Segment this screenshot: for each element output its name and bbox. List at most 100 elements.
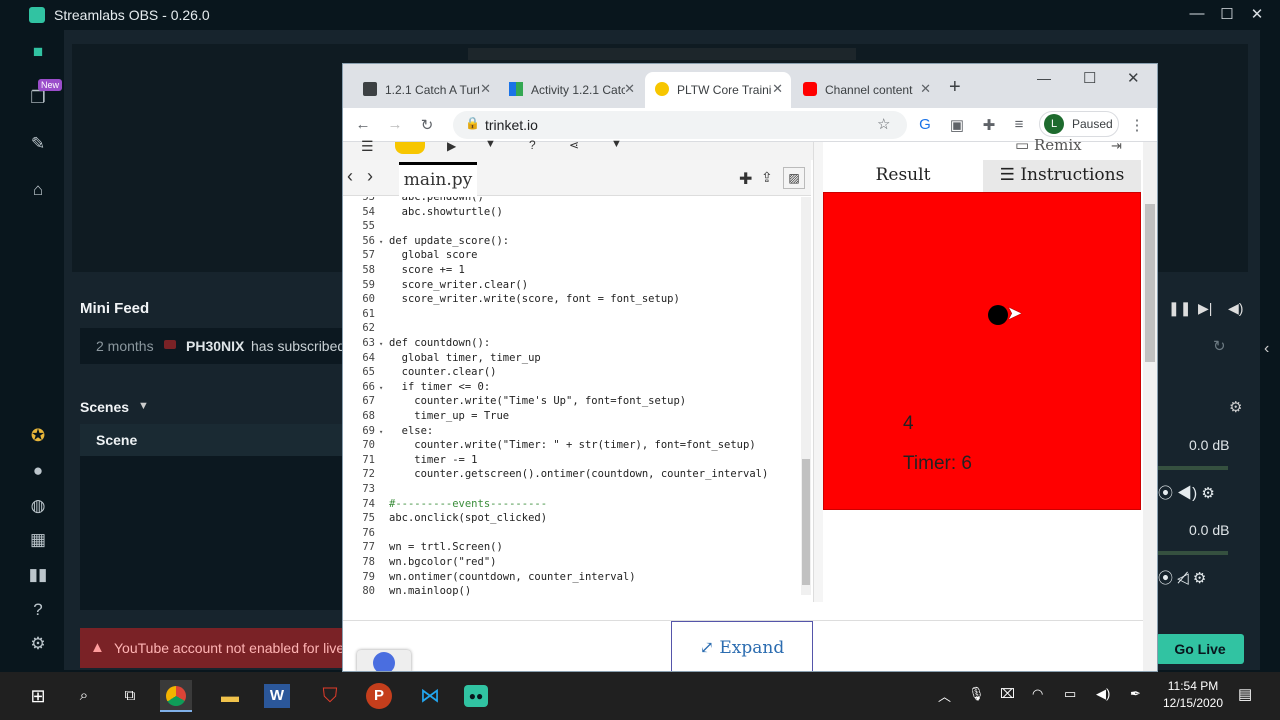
share-dropdown-icon[interactable]: ▼ <box>611 138 622 150</box>
add-file-icon[interactable]: ✚ <box>739 169 752 189</box>
refresh-icon[interactable]: ↻ <box>1213 337 1226 355</box>
microphone-icon[interactable]: 🎙 <box>968 686 985 702</box>
tab-activity[interactable]: Activity 1.2.1 Catch ✕ <box>499 72 643 108</box>
run-icon[interactable]: ▶ <box>447 139 456 153</box>
code-line[interactable]: 71 timer -= 1 <box>343 454 801 469</box>
tab-channel-content[interactable]: Channel content ✕ <box>793 72 939 108</box>
editor-icon[interactable]: ✎ <box>26 132 50 156</box>
code-line[interactable]: 75 abc.onclick(spot_clicked) <box>343 512 801 527</box>
chat-icon[interactable]: ◍ <box>26 494 50 518</box>
settings-icon[interactable]: ⚙ <box>26 632 50 656</box>
code-line[interactable]: 62 <box>343 322 801 337</box>
code-line[interactable]: 70 counter.write("Timer: " + str(timer),… <box>343 439 801 454</box>
pause-icon[interactable]: ❚❚ <box>1168 300 1191 317</box>
tab-scroll-left-icon[interactable]: ‹ <box>347 166 353 187</box>
code-line[interactable]: 58 score += 1 <box>343 264 801 279</box>
run-dropdown-icon[interactable]: ▼ <box>485 138 496 150</box>
bookmark-star-icon[interactable]: ☆ <box>877 115 890 133</box>
tray-chevron-icon[interactable]: ︿ <box>938 686 951 705</box>
go-live-button[interactable]: Go Live <box>1156 634 1244 664</box>
scenes-dropdown-icon[interactable]: ▼ <box>138 400 149 412</box>
code-line[interactable]: 68 timer_up = True <box>343 410 801 425</box>
expand-button[interactable]: ⤢ Expand <box>671 621 813 671</box>
code-editor[interactable]: 53 abc.pendown() 54 abc.showturtle() 55 56 ▾… <box>343 197 811 597</box>
streamlabs-app-icon[interactable]: ●● <box>464 685 488 707</box>
mixer-controls-1[interactable]: ⦿ ◀) ⚙ <box>1158 482 1215 503</box>
reload-icon[interactable]: ↻ <box>417 116 437 134</box>
turtle-canvas[interactable]: ➤ 4 Timer: 6 <box>823 192 1141 510</box>
code-line[interactable]: 77 wn = trtl.Screen() <box>343 541 801 556</box>
profile-button[interactable]: L Paused <box>1039 111 1119 137</box>
remix-button[interactable]: ▭ Remix <box>1015 136 1082 154</box>
dashboard-icon[interactable]: ● <box>26 459 50 483</box>
store-icon[interactable]: ⌂ <box>26 178 50 202</box>
chrome-minimize-button[interactable]: — <box>1037 70 1051 86</box>
image-library-icon[interactable]: ▨ <box>783 167 805 189</box>
editor-scroll-thumb[interactable] <box>802 459 810 585</box>
tab-pltw[interactable]: PLTW Core Training ✕ <box>645 72 791 108</box>
feed-user[interactable]: PH30NIX <box>186 338 244 354</box>
code-line[interactable]: 55 <box>343 220 801 235</box>
page-scrollbar[interactable] <box>1143 142 1157 671</box>
tab-catch-a-turtle[interactable]: 1.2.1 Catch A Turtle ✕ <box>353 72 499 108</box>
mixer-controls-2[interactable]: ⦿ ◁̸ ⚙ <box>1158 567 1206 588</box>
code-line[interactable]: 64 global timer, timer_up <box>343 352 801 367</box>
fold-toggle-icon[interactable]: ▾ <box>379 340 389 348</box>
maximize-button[interactable]: ☐ <box>1212 5 1242 23</box>
powerpoint-icon[interactable]: P <box>366 683 392 709</box>
next-icon[interactable]: ▶| <box>1198 300 1212 317</box>
share-icon[interactable]: ⋖ <box>569 138 579 152</box>
upload-icon[interactable]: ⇪ <box>761 169 773 186</box>
code-line[interactable]: 72 counter.getscreen().ontimer(countdown… <box>343 468 801 483</box>
code-line[interactable]: 67 counter.write("Time's Up", font=font_… <box>343 395 801 410</box>
translate-icon[interactable]: G <box>915 116 935 133</box>
chrome-maximize-button[interactable]: ☐ <box>1083 69 1096 87</box>
minimize-button[interactable]: — <box>1182 5 1212 22</box>
tab-instructions[interactable]: ☰ Instructions <box>983 160 1141 192</box>
network-icon[interactable]: ◠ <box>1032 686 1043 702</box>
code-line[interactable]: 60 score_writer.write(score, font = font… <box>343 293 801 308</box>
fold-toggle-icon[interactable]: ▾ <box>379 428 389 436</box>
code-line[interactable]: 53 abc.pendown() <box>343 197 801 206</box>
splitter-handle[interactable] <box>813 142 823 602</box>
chrome-menu-icon[interactable]: ⋮ <box>1127 116 1147 134</box>
page-scroll-thumb[interactable] <box>1145 204 1155 362</box>
hamburger-menu-icon[interactable]: ☰ <box>361 138 374 155</box>
code-line[interactable]: 65 counter.clear() <box>343 366 801 381</box>
close-button[interactable]: ✕ <box>1242 5 1272 23</box>
close-tab-icon[interactable]: ✕ <box>772 81 783 97</box>
code-line[interactable]: 54 abc.showturtle() <box>343 206 801 221</box>
pen-icon[interactable]: ✒ <box>1130 686 1141 702</box>
code-line[interactable]: 80 wn.mainloop() <box>343 585 801 597</box>
extensions-icon[interactable]: ✚ <box>979 116 999 134</box>
layout-icon[interactable]: ▦ <box>26 528 50 552</box>
login-icon[interactable]: ⇥ <box>1111 138 1122 154</box>
system-clock[interactable]: 11:54 PM 12/15/2020 <box>1150 678 1236 712</box>
chrome-close-button[interactable]: ✕ <box>1127 69 1140 87</box>
code-line[interactable]: 59 score_writer.clear() <box>343 279 801 294</box>
collapse-chevron-icon[interactable]: ‹ <box>1264 340 1269 358</box>
code-line[interactable]: 76 <box>343 527 801 542</box>
battery-icon[interactable]: ▭ <box>1064 686 1076 702</box>
address-bar[interactable]: 🔒 trinket.io ☆ <box>453 111 907 139</box>
code-line[interactable]: 63 ▾ def countdown(): <box>343 337 801 352</box>
turtle-spot[interactable] <box>988 305 1008 325</box>
vscode-icon[interactable]: ⋈ <box>414 680 446 712</box>
start-button[interactable]: ⊞ <box>22 680 54 712</box>
code-line[interactable]: 74 #---------events--------- <box>343 498 801 513</box>
close-tab-icon[interactable]: ✕ <box>624 81 635 97</box>
help-icon[interactable]: ? <box>26 598 50 622</box>
tab-scroll-right-icon[interactable]: › <box>367 166 373 187</box>
new-tab-button[interactable]: + <box>949 76 961 99</box>
editor-scrollbar[interactable] <box>801 197 811 595</box>
help-icon[interactable]: ? <box>529 138 536 152</box>
reading-list-icon[interactable]: ≡ <box>1009 116 1029 133</box>
file-explorer-icon[interactable]: ▬ <box>214 680 246 712</box>
fold-toggle-icon[interactable]: ▾ <box>379 238 389 246</box>
speaker-icon[interactable]: ◀) <box>1096 686 1110 702</box>
tab-result[interactable]: Result <box>823 160 983 192</box>
notifications-icon[interactable]: ▤ <box>1238 685 1252 703</box>
prime-icon[interactable]: ✪ <box>26 424 50 448</box>
volume-icon[interactable]: ◀) <box>1228 300 1243 317</box>
code-line[interactable]: 57 global score <box>343 249 801 264</box>
